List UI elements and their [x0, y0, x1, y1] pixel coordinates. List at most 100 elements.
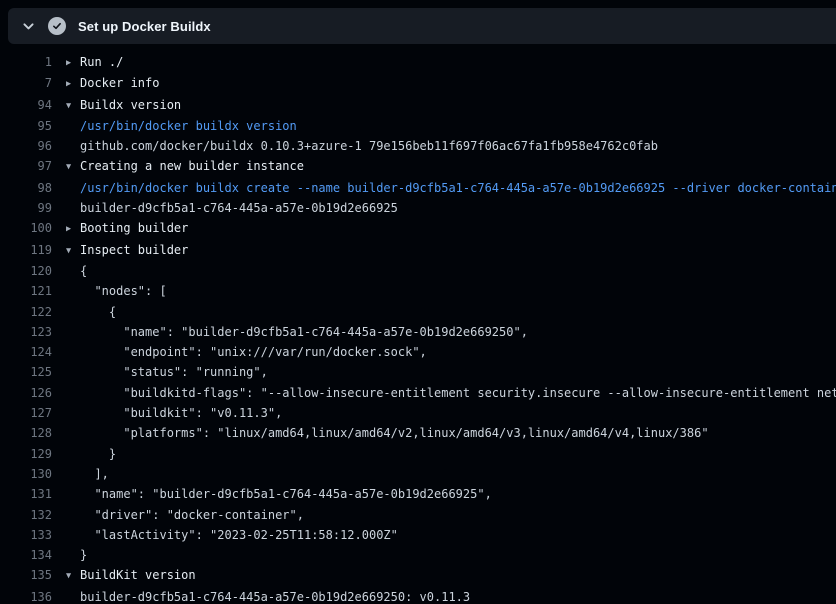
line-number-link[interactable]: 98	[0, 178, 52, 198]
log-line: 134 }	[0, 545, 836, 565]
log-line: 127 "buildkit": "v0.11.3",	[0, 403, 836, 423]
chevron-down-icon: ▼	[66, 96, 80, 116]
line-number-link[interactable]: 135	[0, 565, 52, 586]
log-line-text: builder-d9cfb5a1-c764-445a-a57e-0b19d2e6…	[66, 587, 470, 604]
line-number-link[interactable]: 128	[0, 423, 52, 443]
line-number-link[interactable]: 127	[0, 403, 52, 423]
chevron-down-icon: ▼	[66, 157, 80, 177]
log-line: 121 "nodes": [	[0, 281, 836, 301]
line-number-link[interactable]: 123	[0, 322, 52, 342]
log-line: 98 /usr/bin/docker buildx create --name …	[0, 178, 836, 198]
log-line-text: ▶Run ./	[66, 52, 123, 73]
log-line: 124 "endpoint": "unix:///var/run/docker.…	[0, 342, 836, 362]
log-group-line[interactable]: 135 ▼BuildKit version	[0, 565, 836, 586]
log-line: 126 "buildkitd-flags": "--allow-insecure…	[0, 383, 836, 403]
chevron-right-icon: ▶	[66, 219, 80, 239]
log-group-line[interactable]: 119 ▼Inspect builder	[0, 240, 836, 261]
line-number-link[interactable]: 134	[0, 545, 52, 565]
log-line: 129 }	[0, 444, 836, 464]
group-label: Docker info	[80, 76, 159, 90]
log-group-line[interactable]: 100 ▶Booting builder	[0, 218, 836, 239]
group-label: Creating a new builder instance	[80, 159, 304, 173]
line-number-link[interactable]: 7	[0, 73, 52, 94]
chevron-right-icon: ▶	[66, 53, 80, 73]
log-line-text: ▶Docker info	[66, 73, 159, 94]
step-title: Set up Docker Buildx	[78, 19, 211, 34]
log-line: 136 builder-d9cfb5a1-c764-445a-a57e-0b19…	[0, 587, 836, 604]
line-number-link[interactable]: 136	[0, 587, 52, 604]
line-number-link[interactable]: 99	[0, 198, 52, 218]
log-line: 122 {	[0, 302, 836, 322]
line-number-link[interactable]: 119	[0, 240, 52, 261]
log-line-text: "driver": "docker-container",	[66, 505, 304, 525]
log-line-text: "buildkitd-flags": "--allow-insecure-ent…	[66, 383, 836, 403]
chevron-right-icon: ▶	[66, 74, 80, 94]
group-label: Buildx version	[80, 98, 181, 112]
line-number-link[interactable]: 129	[0, 444, 52, 464]
line-number-link[interactable]: 96	[0, 136, 52, 156]
collapse-toggle[interactable]	[8, 20, 48, 33]
log-line-text: github.com/docker/buildx 0.10.3+azure-1 …	[66, 136, 658, 156]
line-number-link[interactable]: 124	[0, 342, 52, 362]
line-number-link[interactable]: 131	[0, 484, 52, 504]
line-number-link[interactable]: 132	[0, 505, 52, 525]
log-line-text: ▼Buildx version	[66, 95, 181, 116]
line-number-link[interactable]: 121	[0, 281, 52, 301]
line-number-link[interactable]: 133	[0, 525, 52, 545]
group-label: Inspect builder	[80, 243, 188, 257]
log-line: 96 github.com/docker/buildx 0.10.3+azure…	[0, 136, 836, 156]
log-group-line[interactable]: 94 ▼Buildx version	[0, 95, 836, 116]
log-line-text: }	[66, 545, 87, 565]
log-line-text: ▶Booting builder	[66, 218, 188, 239]
log-line-text: ],	[66, 464, 109, 484]
group-label: Booting builder	[80, 221, 188, 235]
log-group-line[interactable]: 7 ▶Docker info	[0, 73, 836, 94]
line-number-link[interactable]: 125	[0, 362, 52, 382]
log-group-line[interactable]: 97 ▼Creating a new builder instance	[0, 156, 836, 177]
group-label: BuildKit version	[80, 568, 196, 582]
check-circle-icon	[48, 17, 66, 35]
log-line-text: {	[66, 261, 87, 281]
step-header[interactable]: Set up Docker Buildx	[8, 8, 836, 44]
line-number-link[interactable]: 1	[0, 52, 52, 73]
log-line: 125 "status": "running",	[0, 362, 836, 382]
log-line: 131 "name": "builder-d9cfb5a1-c764-445a-…	[0, 484, 836, 504]
log-viewer: 1 ▶Run ./ 7 ▶Docker info 94 ▼Buildx vers…	[0, 44, 836, 604]
line-number-link[interactable]: 94	[0, 95, 52, 116]
log-line-text: builder-d9cfb5a1-c764-445a-a57e-0b19d2e6…	[66, 198, 398, 218]
line-number-link[interactable]: 126	[0, 383, 52, 403]
log-line-text: ▼BuildKit version	[66, 565, 196, 586]
line-number-link[interactable]: 100	[0, 218, 52, 239]
log-line-text: "name": "builder-d9cfb5a1-c764-445a-a57e…	[66, 484, 492, 504]
line-number-link[interactable]: 120	[0, 261, 52, 281]
log-line-text: "status": "running",	[66, 362, 268, 382]
log-line: 123 "name": "builder-d9cfb5a1-c764-445a-…	[0, 322, 836, 342]
log-line-text: {	[66, 302, 116, 322]
log-line-text: /usr/bin/docker buildx version	[66, 116, 297, 136]
log-line: 133 "lastActivity": "2023-02-25T11:58:12…	[0, 525, 836, 545]
log-line-text: "platforms": "linux/amd64,linux/amd64/v2…	[66, 423, 709, 443]
log-line: 95 /usr/bin/docker buildx version	[0, 116, 836, 136]
line-number-link[interactable]: 95	[0, 116, 52, 136]
log-line-text: "name": "builder-d9cfb5a1-c764-445a-a57e…	[66, 322, 528, 342]
log-line-text: }	[66, 444, 116, 464]
log-group-line[interactable]: 1 ▶Run ./	[0, 52, 836, 73]
chevron-down-icon	[22, 20, 35, 33]
log-line: 128 "platforms": "linux/amd64,linux/amd6…	[0, 423, 836, 443]
log-line-text: ▼Inspect builder	[66, 240, 188, 261]
log-line-text: "nodes": [	[66, 281, 167, 301]
line-number-link[interactable]: 97	[0, 156, 52, 177]
chevron-down-icon: ▼	[66, 566, 80, 586]
log-line-text: "lastActivity": "2023-02-25T11:58:12.000…	[66, 525, 398, 545]
line-number-link[interactable]: 130	[0, 464, 52, 484]
log-line: 130 ],	[0, 464, 836, 484]
group-label: Run ./	[80, 55, 123, 69]
line-number-link[interactable]: 122	[0, 302, 52, 322]
log-line-text: ▼Creating a new builder instance	[66, 156, 304, 177]
log-line-text: "buildkit": "v0.11.3",	[66, 403, 282, 423]
log-line-text: "endpoint": "unix:///var/run/docker.sock…	[66, 342, 427, 362]
chevron-down-icon: ▼	[66, 241, 80, 261]
log-line: 120 {	[0, 261, 836, 281]
log-line-text: /usr/bin/docker buildx create --name bui…	[66, 178, 836, 198]
log-line: 132 "driver": "docker-container",	[0, 505, 836, 525]
